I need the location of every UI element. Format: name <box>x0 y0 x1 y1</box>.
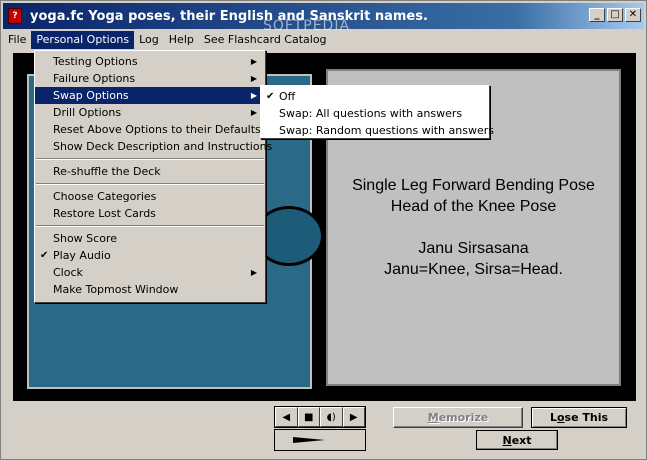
window-controls: _ □ ✕ <box>589 8 641 22</box>
card-line-english-2: Head of the Knee Pose <box>390 198 557 215</box>
audio-controls: ◀ ■ ◖) ▶ <box>274 406 366 428</box>
menu-item-label: Re-shuffle the Deck <box>53 165 161 178</box>
swap-options-submenu: ✔ Off Swap: All questions with answers S… <box>260 85 494 139</box>
menu-item-label: Swap: All questions with answers <box>279 107 463 120</box>
submenu-arrow-icon: ▶ <box>250 91 257 100</box>
next-button[interactable]: Next <box>476 430 558 450</box>
button-label: se This <box>564 411 609 424</box>
button-label-accel: M <box>427 411 439 424</box>
menu-item-label: Testing Options <box>53 55 138 68</box>
menu-item-choose-categories[interactable]: Choose Categories <box>35 188 265 205</box>
button-label-accel: N <box>502 433 512 447</box>
menu-item-label: Drill Options <box>53 106 122 119</box>
window-title: yoga.fc Yoga poses, their English and Sa… <box>30 8 428 24</box>
menu-item-label: Choose Categories <box>53 190 157 203</box>
menu-item-label: Clock <box>53 266 83 279</box>
menu-item-label: Off <box>279 90 296 103</box>
menu-see-flashcard-catalog[interactable]: See Flashcard Catalog <box>199 31 332 49</box>
personal-options-menu: Testing Options ▶ Failure Options ▶ Swap… <box>34 50 272 303</box>
menu-item-reset-options[interactable]: Reset Above Options to their Defaults <box>35 121 265 138</box>
menu-file[interactable]: File <box>3 31 31 49</box>
menu-item-label: Failure Options <box>53 72 136 85</box>
menu-item-label: Play Audio <box>53 249 111 262</box>
menu-item-show-score[interactable]: Show Score <box>35 230 265 247</box>
button-label: emorize <box>438 411 489 424</box>
card-line-sanskrit: Janu Sirsasana <box>418 240 529 257</box>
menu-item-label: Swap Options <box>53 89 129 102</box>
app-window: ? yoga.fc Yoga poses, their English and … <box>0 0 647 460</box>
submenu-arrow-icon: ▶ <box>250 74 257 83</box>
submenu-item-swap-random[interactable]: Swap: Random questions with answers <box>261 122 494 139</box>
button-label: L <box>549 411 557 424</box>
menu-item-label: Show Deck Description and Instructions <box>53 140 273 153</box>
app-icon[interactable]: ? <box>8 8 22 24</box>
menu-help[interactable]: Help <box>164 31 199 49</box>
play-back-button[interactable]: ◀ <box>275 407 298 427</box>
menu-item-label: Swap: Random questions with answers <box>279 124 494 137</box>
button-label-accel: o <box>556 411 565 424</box>
memorize-button[interactable]: Memorize <box>393 407 523 428</box>
menu-item-label: Restore Lost Cards <box>53 207 156 220</box>
audio-progress[interactable] <box>274 429 366 451</box>
menu-separator <box>36 225 264 227</box>
menu-item-label: Show Score <box>53 232 117 245</box>
minimize-button[interactable]: _ <box>589 8 605 22</box>
stop-button[interactable]: ■ <box>297 407 320 427</box>
submenu-arrow-icon: ▶ <box>250 57 257 66</box>
speaker-icon[interactable]: ◖) <box>320 407 343 427</box>
card-line-english-1: Single Leg Forward Bending Pose <box>352 177 595 194</box>
submenu-arrow-icon: ▶ <box>250 108 257 117</box>
menu-item-label: Make Topmost Window <box>53 283 179 296</box>
checkmark-icon: ✔ <box>40 250 49 261</box>
menu-item-swap-options[interactable]: Swap Options ▶ <box>35 87 265 104</box>
menu-item-label: Reset Above Options to their Defaults <box>53 123 261 136</box>
menu-item-play-audio[interactable]: ✔ Play Audio <box>35 247 265 264</box>
menu-separator <box>36 158 264 160</box>
menu-item-testing-options[interactable]: Testing Options ▶ <box>35 53 265 70</box>
card-line-translation: Janu=Knee, Sirsa=Head. <box>384 261 563 278</box>
submenu-item-swap-off[interactable]: ✔ Off <box>261 88 489 105</box>
close-button[interactable]: ✕ <box>625 8 641 22</box>
menu-item-failure-options[interactable]: Failure Options ▶ <box>35 70 265 87</box>
play-forward-button[interactable]: ▶ <box>342 407 365 427</box>
menu-bar: File Personal Options Log Help See Flash… <box>3 30 644 50</box>
menu-item-clock[interactable]: Clock ▶ <box>35 264 265 281</box>
checkmark-icon: ✔ <box>266 91 275 102</box>
menu-item-restore-lost-cards[interactable]: Restore Lost Cards <box>35 205 265 222</box>
menu-log[interactable]: Log <box>134 31 164 49</box>
lose-this-button[interactable]: Lo se This <box>531 407 627 428</box>
menu-item-drill-options[interactable]: Drill Options ▶ <box>35 104 265 121</box>
progress-bar <box>293 437 325 443</box>
maximize-button[interactable]: □ <box>607 8 623 22</box>
button-label: ext <box>511 433 532 447</box>
submenu-arrow-icon: ▶ <box>250 268 257 277</box>
menu-item-make-topmost-window[interactable]: Make Topmost Window <box>35 281 265 298</box>
submenu-item-swap-all[interactable]: Swap: All questions with answers <box>261 105 489 122</box>
menu-personal-options[interactable]: Personal Options <box>31 31 135 49</box>
menu-item-reshuffle-deck[interactable]: Re-shuffle the Deck <box>35 163 265 180</box>
menu-item-show-deck-description[interactable]: Show Deck Description and Instructions <box>35 138 272 155</box>
menu-separator <box>36 183 264 185</box>
